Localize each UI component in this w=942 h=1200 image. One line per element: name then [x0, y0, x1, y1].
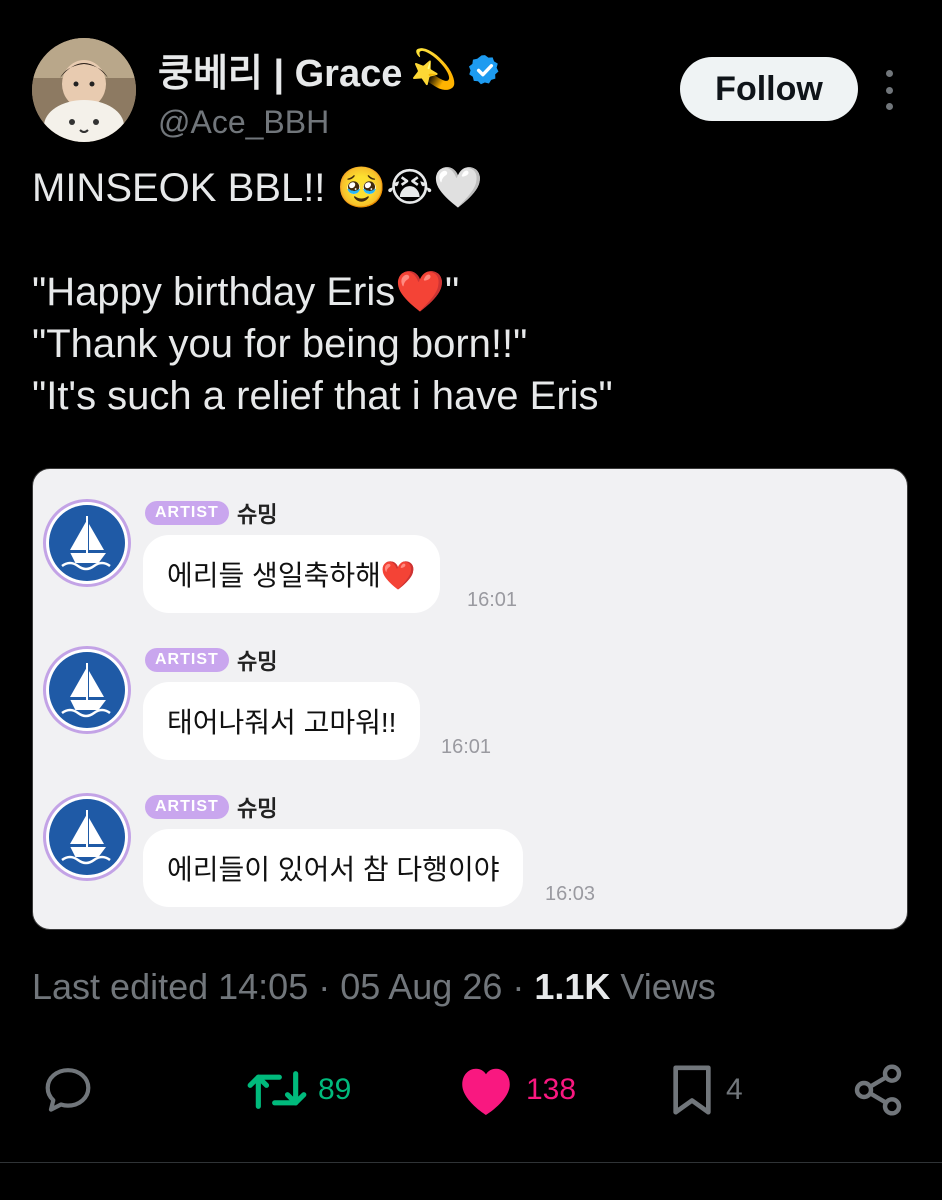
author-avatar[interactable] — [32, 38, 136, 142]
retweet-button[interactable]: 89 — [246, 1060, 351, 1120]
message-bubble: 에리들이 있어서 참 다행이야 — [143, 829, 524, 907]
tweet-text: MINSEOK BBL!! 🥹😭🤍 "Happy birthday Eris❤️… — [32, 162, 912, 422]
sender-name: 슈밍 — [237, 796, 278, 821]
message-time: 16:01 — [467, 589, 518, 611]
divider — [0, 1162, 942, 1163]
retweet-count: 89 — [318, 1073, 352, 1106]
more-options-icon[interactable] — [880, 70, 898, 110]
artist-badge: ARTIST — [145, 648, 229, 672]
edited-timestamp[interactable]: Last edited 14:05 · 05 Aug 26 · — [32, 966, 534, 1007]
artist-badge: ARTIST — [145, 501, 229, 525]
tweet-line: "Thank you for being born!!" — [32, 322, 528, 366]
follow-button[interactable]: Follow — [680, 57, 858, 121]
heart-icon — [462, 1068, 510, 1115]
share-button[interactable] — [850, 1060, 906, 1120]
share-icon — [854, 1064, 902, 1116]
views-label: Views — [610, 966, 716, 1007]
attached-image[interactable]: ARTIST 슈밍 에리들 생일축하해❤️ 16:01 ARTIST 슈밍 태어… — [32, 468, 908, 930]
action-bar: 89 138 4 — [0, 1060, 942, 1120]
dizzy-emoji: 💫 — [410, 48, 458, 91]
tweet-line: "It's such a relief that i have Eris" — [32, 374, 613, 418]
artist-avatar — [43, 499, 131, 587]
bookmark-icon — [673, 1065, 711, 1115]
retweet-icon — [247, 1071, 307, 1109]
message-bubble: 에리들 생일축하해❤️ — [143, 535, 440, 613]
sender-name: 슈밍 — [237, 502, 278, 527]
display-name-text: 쿵베리 | Grace — [158, 53, 403, 95]
ship-logo-icon — [49, 652, 125, 728]
sender-name: 슈밍 — [237, 649, 278, 674]
author-display-name[interactable]: 쿵베리 | Grace 💫 — [158, 42, 502, 97]
tweet-meta: Last edited 14:05 · 05 Aug 26 · 1.1K Vie… — [32, 966, 716, 1008]
message-bubble: 태어나줘서 고마워!! — [143, 682, 421, 760]
ship-logo-icon — [49, 799, 125, 875]
like-button[interactable]: 138 — [456, 1060, 576, 1120]
artist-avatar — [43, 793, 131, 881]
message-time: 16:01 — [441, 736, 492, 758]
reply-button[interactable] — [40, 1060, 96, 1120]
author-handle[interactable]: @Ace_BBH — [158, 104, 329, 141]
like-count: 138 — [526, 1073, 577, 1106]
chat-message: ARTIST 슈밍 에리들 생일축하해❤️ 16:01 — [33, 469, 907, 613]
reply-icon — [45, 1068, 91, 1112]
views-count: 1.1K — [534, 966, 611, 1007]
artist-avatar — [43, 646, 131, 734]
chat-message: ARTIST 슈밍 태어나줘서 고마워!! 16:01 — [33, 616, 907, 760]
verified-badge-icon — [468, 53, 502, 87]
ship-logo-icon — [49, 505, 125, 581]
chat-message: ARTIST 슈밍 에리들이 있어서 참 다행이야 16:03 — [33, 763, 907, 907]
artist-badge: ARTIST — [145, 795, 229, 819]
avatar-image — [32, 38, 136, 142]
bookmark-button[interactable]: 4 — [668, 1060, 743, 1120]
tweet-line: MINSEOK BBL!! 🥹😭🤍 — [32, 166, 483, 210]
tweet-line: "Happy birthday Eris❤️" — [32, 270, 460, 314]
bookmark-count: 4 — [726, 1073, 743, 1106]
message-time: 16:03 — [545, 883, 596, 905]
